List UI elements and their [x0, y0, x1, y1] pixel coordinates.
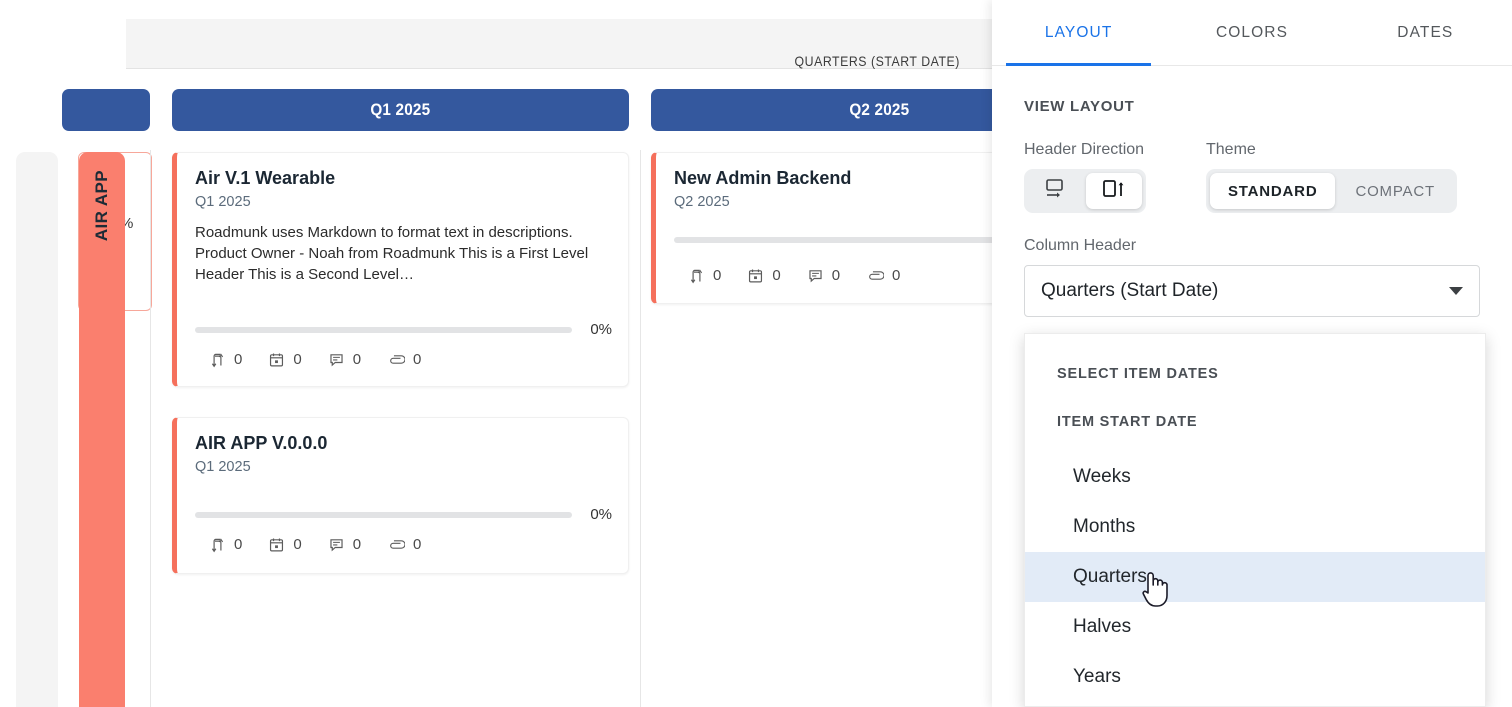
- meta-comments-count: 0: [832, 267, 840, 284]
- card-progress-row: 0%: [195, 506, 612, 523]
- meta-milestones[interactable]: 0: [268, 536, 301, 553]
- dropdown-heading-select-item-dates: SELECT ITEM DATES: [1025, 334, 1485, 382]
- theme-toggle-group: STANDARD COMPACT: [1206, 169, 1457, 213]
- header-direction-label: Header Direction: [1024, 141, 1146, 159]
- progress-bar: [195, 327, 572, 333]
- attachment-icon: [387, 351, 405, 368]
- theme-compact-button[interactable]: COMPACT: [1337, 173, 1453, 209]
- dropdown-item-weeks[interactable]: Weeks: [1025, 452, 1485, 502]
- meta-attachments-count: 0: [892, 267, 900, 284]
- calendar-icon: [268, 536, 285, 553]
- card-subtitle: Q1 2025: [195, 459, 610, 475]
- card-meta-row: 0 0 0: [209, 351, 421, 368]
- header-direction-horizontal-button[interactable]: [1028, 173, 1084, 209]
- calendar-icon: [268, 351, 285, 368]
- quarter-header-previous[interactable]: [62, 89, 150, 131]
- meta-dependencies[interactable]: 0: [209, 351, 242, 368]
- dropdown-item-months[interactable]: Months: [1025, 502, 1485, 552]
- theme-standard-button[interactable]: STANDARD: [1210, 173, 1335, 209]
- meta-dependencies-count: 0: [234, 351, 242, 368]
- quarter-header-q1-label: Q1 2025: [371, 100, 431, 120]
- meta-dependencies[interactable]: 0: [688, 267, 721, 284]
- tab-dates[interactable]: DATES: [1339, 0, 1512, 66]
- column-header-select-value: Quarters (Start Date): [1041, 280, 1218, 302]
- comment-icon: [807, 267, 824, 284]
- roadmap-card-air-app-v0[interactable]: AIR APP V.0.0.0 Q1 2025 0% 0: [172, 417, 629, 574]
- card-title: Air V.1 Wearable: [195, 167, 610, 190]
- dependency-icon: [688, 267, 705, 284]
- meta-attachments-count: 0: [413, 536, 421, 553]
- tab-colors[interactable]: COLORS: [1165, 0, 1338, 66]
- theme-label: Theme: [1206, 141, 1457, 159]
- dropdown-item-years[interactable]: Years: [1025, 652, 1485, 702]
- meta-comments[interactable]: 0: [807, 267, 840, 284]
- column-header-dropdown: SELECT ITEM DATES ITEM START DATE Weeks …: [1024, 333, 1486, 707]
- meta-dependencies-count: 0: [713, 267, 721, 284]
- meta-comments[interactable]: 0: [328, 351, 361, 368]
- card-title: AIR APP V.0.0.0: [195, 432, 610, 455]
- calendar-icon: [747, 267, 764, 284]
- dropdown-item-quarters[interactable]: Quarters: [1025, 552, 1485, 602]
- card-meta-row: 0 0 0: [688, 267, 900, 284]
- roadmap-card-air-v1-wearable[interactable]: Air V.1 Wearable Q1 2025 Roadmunk uses M…: [172, 152, 629, 387]
- column-divider: [150, 150, 151, 707]
- meta-dependencies-count: 0: [234, 536, 242, 553]
- header-direction-control: Header Direction: [1024, 141, 1146, 213]
- theme-control: Theme STANDARD COMPACT: [1206, 141, 1457, 213]
- mouse-cursor-pointer: [1140, 566, 1174, 610]
- attachment-icon: [387, 536, 405, 553]
- comment-icon: [328, 351, 345, 368]
- meta-milestones-count: 0: [293, 536, 301, 553]
- header-direction-toggle-group: [1024, 169, 1146, 213]
- meta-milestones-count: 0: [293, 351, 301, 368]
- panel-tab-bar: LAYOUT COLORS DATES: [992, 0, 1512, 66]
- header-direction-horizontal-icon: [1043, 177, 1069, 205]
- header-direction-vertical-icon: [1099, 177, 1129, 205]
- meta-dependencies[interactable]: 0: [209, 536, 242, 553]
- app-root: QUARTERS (START DATE) Q1 2025 Q2 2025 % …: [0, 0, 1512, 707]
- column-divider: [640, 150, 641, 707]
- column-header-label: Column Header: [1024, 237, 1480, 255]
- card-subtitle: Q1 2025: [195, 194, 610, 210]
- dropdown-heading-item-start-date: ITEM START DATE: [1025, 382, 1485, 430]
- swimlane-rail: [16, 152, 58, 707]
- card-description: Roadmunk uses Markdown to format text in…: [195, 222, 610, 286]
- meta-attachments[interactable]: 0: [387, 536, 421, 553]
- section-title-view-layout: VIEW LAYOUT: [1024, 98, 1480, 115]
- meta-milestones[interactable]: 0: [747, 267, 780, 284]
- meta-attachments[interactable]: 0: [866, 267, 900, 284]
- layout-controls-row: Header Direction: [1024, 141, 1480, 213]
- quarter-header-q2-label: Q2 2025: [850, 100, 910, 120]
- meta-comments-count: 0: [353, 351, 361, 368]
- meta-comments-count: 0: [353, 536, 361, 553]
- progress-percent: 0%: [582, 506, 612, 523]
- meta-comments[interactable]: 0: [328, 536, 361, 553]
- dependency-icon: [209, 536, 226, 553]
- quarter-header-q1-2025[interactable]: Q1 2025: [172, 89, 629, 131]
- panel-body: VIEW LAYOUT Header Direction: [992, 66, 1512, 317]
- tab-layout[interactable]: LAYOUT: [992, 0, 1165, 66]
- meta-milestones-count: 0: [772, 267, 780, 284]
- meta-milestones[interactable]: 0: [268, 351, 301, 368]
- progress-bar: [195, 512, 572, 518]
- header-direction-vertical-button[interactable]: [1086, 173, 1142, 209]
- swimlane-tag-label: AIR APP: [92, 170, 112, 241]
- swimlane-tag-air-app[interactable]: AIR APP: [79, 152, 125, 707]
- dropdown-item-halves[interactable]: Halves: [1025, 602, 1485, 652]
- timeline-mode-label: QUARTERS (START DATE): [795, 53, 960, 69]
- meta-attachments[interactable]: 0: [387, 351, 421, 368]
- attachment-icon: [866, 267, 884, 284]
- progress-percent: 0%: [582, 321, 612, 338]
- dependency-icon: [209, 351, 226, 368]
- meta-attachments-count: 0: [413, 351, 421, 368]
- chevron-down-icon: [1449, 287, 1463, 295]
- dropdown-item-list: Weeks Months Quarters Halves Years: [1025, 452, 1485, 702]
- card-progress-row: 0%: [195, 321, 612, 338]
- column-header-select[interactable]: Quarters (Start Date): [1024, 265, 1480, 317]
- card-meta-row: 0 0 0: [209, 536, 421, 553]
- comment-icon: [328, 536, 345, 553]
